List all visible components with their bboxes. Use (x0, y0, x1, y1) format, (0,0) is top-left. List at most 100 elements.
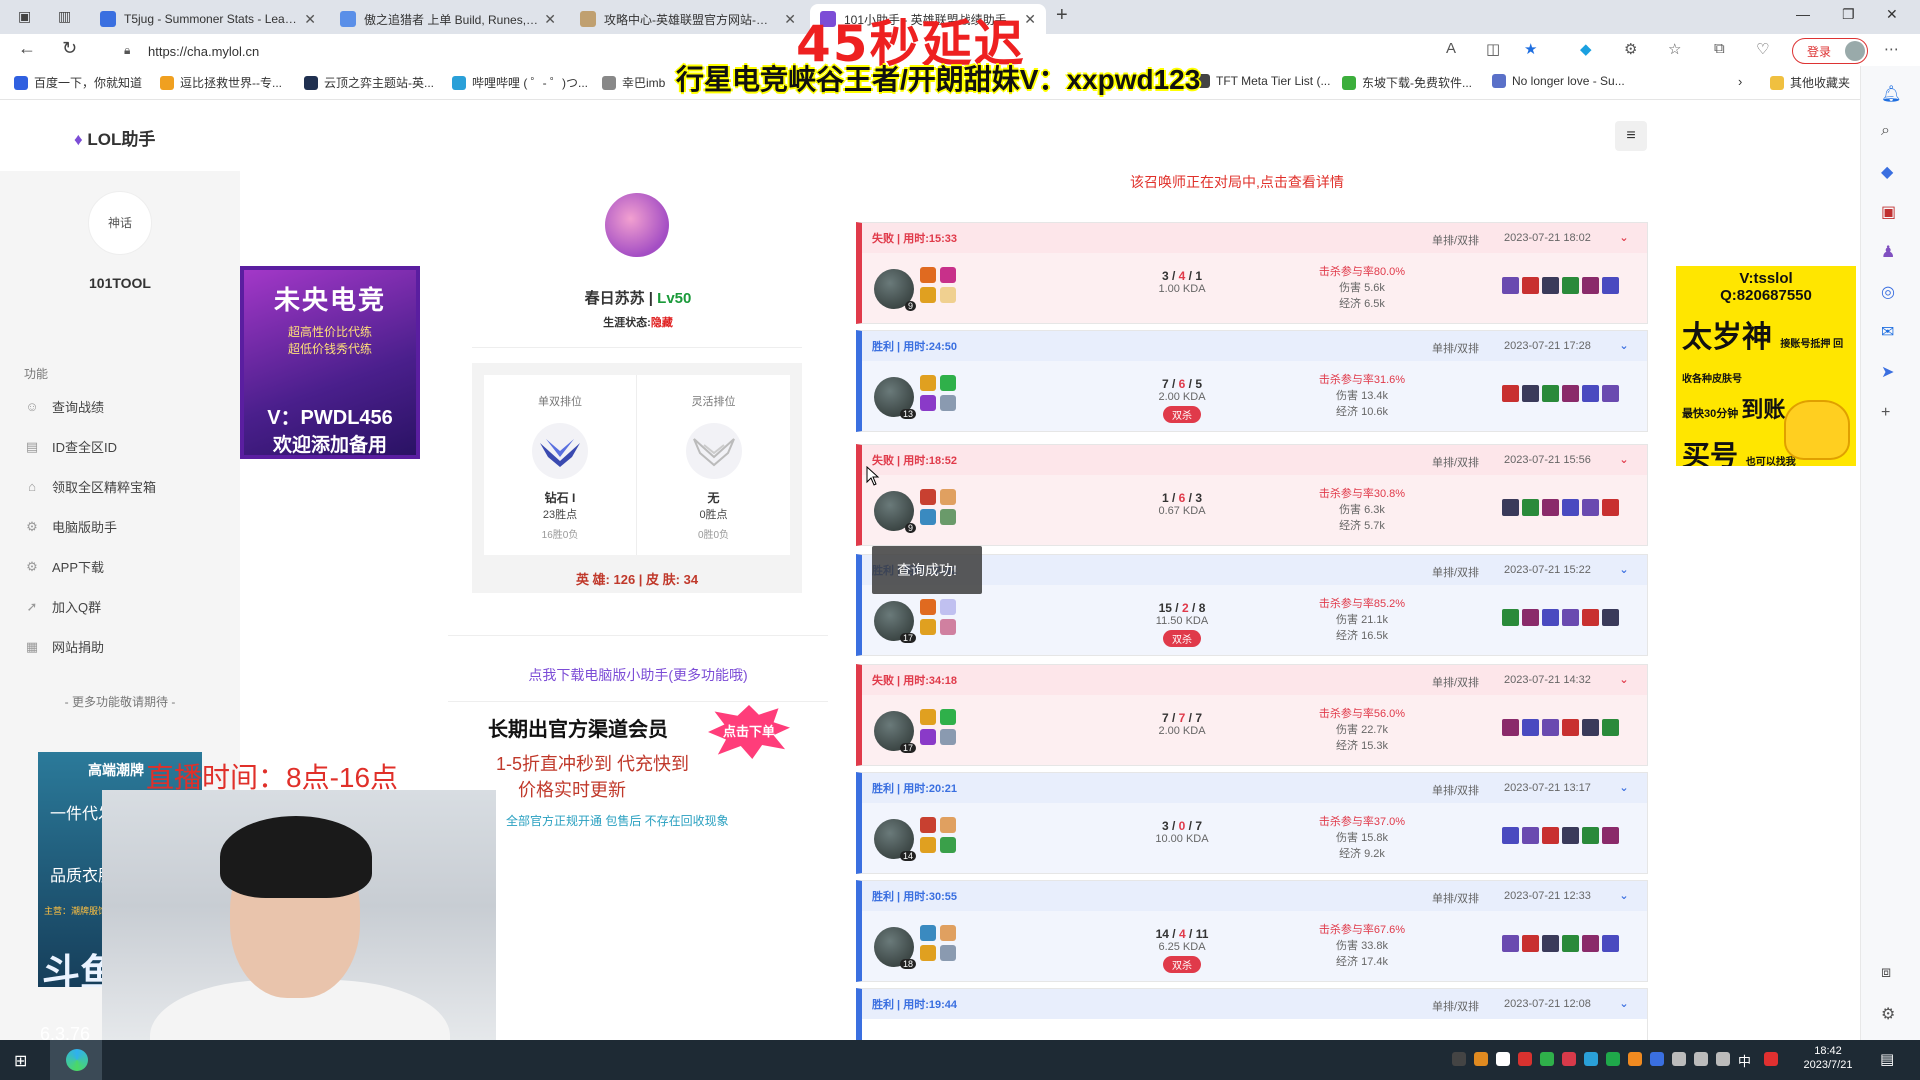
ad-banner-membership[interactable]: 长期出官方渠道会员 点击下单 1-5折直冲秒到 代充快到 价格实时更新 全部官方… (488, 705, 790, 863)
match-card[interactable]: 失败 | 用时:15:33 单排/双排 2023-07-21 18:02 ⌄ 9 3 / … (856, 222, 1648, 324)
download-pc-helper-link[interactable]: 点我下载电脑版小助手(更多功能哦) (448, 665, 828, 685)
bookmark-item[interactable]: 东坡下载-免费软件... (1342, 74, 1472, 91)
match-card[interactable]: 胜利 | 用时:20:21 单排/双排 2023-07-21 13:17 ⌄ 14 3 /… (856, 772, 1648, 874)
extension-icon[interactable]: ◆ (1580, 40, 1592, 58)
bookmark-item[interactable]: 逗比拯救世界--专... (160, 74, 282, 91)
network-icon[interactable] (1694, 1052, 1708, 1066)
chevron-down-icon[interactable]: ⌄ (1614, 779, 1634, 797)
tray-icon[interactable] (1452, 1052, 1466, 1066)
ad-banner-right[interactable]: V:tsslol Q:820687550 太岁神 接账号抵押 回收各种皮肤号 最… (1676, 266, 1856, 466)
notification-icon[interactable]: ▤ (1880, 1050, 1894, 1068)
bookmark-item[interactable]: 云顶之弈主题站-英... (304, 74, 434, 91)
split-screen-icon[interactable]: ◫ (1486, 40, 1500, 58)
bookmark-item[interactable]: 幸巴imb (602, 74, 665, 91)
microphone-icon[interactable] (1672, 1052, 1686, 1066)
toolbox-icon[interactable]: ▣ (1881, 202, 1896, 222)
sidebar-item-chest[interactable]: ⌂ 领取全区精粹宝箱 (24, 477, 156, 496)
puzzle-icon[interactable]: ⚙ (1624, 40, 1637, 58)
taskbar-clock[interactable]: 18:42 (1808, 1043, 1848, 1059)
sidebar-item-donate[interactable]: ▦ 网站捐助 (24, 637, 104, 656)
games-icon[interactable]: ♟ (1881, 242, 1895, 262)
new-tab-button[interactable]: + (1056, 4, 1068, 27)
ad-line: 全部官方正规开通 包售后 不存在回收现象 (506, 814, 729, 828)
sidebar-item-pc-helper[interactable]: ⚙ 电脑版助手 (24, 517, 117, 536)
match-card[interactable]: 胜利 | 用时:19:44 单排/双排 2023-07-21 12:08 ⌄ (856, 988, 1648, 1048)
read-aloud-icon[interactable]: A (1446, 40, 1456, 57)
tray-icon[interactable] (1562, 1052, 1576, 1066)
more-icon[interactable]: ⋯ (1884, 40, 1899, 58)
refresh-icon[interactable]: ↻ (62, 38, 77, 59)
edge-drop-icon[interactable]: ◎ (1881, 282, 1895, 302)
sidebar-item-query-record[interactable]: ☺ 查询战绩 (24, 397, 104, 416)
tray-icon[interactable] (1650, 1052, 1664, 1066)
chevron-down-icon[interactable]: ⌄ (1614, 561, 1634, 579)
sidebar-item-qq-group[interactable]: ➚ 加入Q群 (24, 597, 102, 616)
favorites-icon[interactable]: ☆ (1668, 40, 1681, 58)
chevron-down-icon[interactable]: ⌄ (1614, 887, 1634, 905)
bookmark-item[interactable]: TFT Meta Tier List (... (1196, 74, 1330, 88)
chevron-down-icon[interactable]: ⌄ (1614, 337, 1634, 355)
taskbar-date[interactable]: 2023/7/21 (1792, 1059, 1864, 1071)
damage-dealt: 伤害 13.4k (1336, 390, 1388, 402)
close-icon[interactable]: ✕ (784, 11, 796, 28)
close-icon[interactable]: ✕ (544, 11, 556, 28)
search-icon[interactable]: ⌕ (1881, 122, 1890, 140)
browser-tab[interactable]: 傲之追猎者 上单 Build, Runes, Co ✕ (330, 4, 566, 34)
browser-tab[interactable]: 攻略中心-英雄联盟官方网站-腾讯 ✕ (570, 4, 806, 34)
match-card[interactable]: 胜利 | 用时:24:50 单排/双排 2023-07-21 17:28 ⌄ 13 7 /… (856, 330, 1648, 432)
favorite-star-icon[interactable]: ★ (1524, 40, 1537, 58)
chevron-down-icon[interactable]: ⌄ (1614, 671, 1634, 689)
outlook-icon[interactable]: ✉ (1881, 322, 1894, 342)
site-logo[interactable]: ♦ LOL助手 (74, 125, 155, 150)
minimize-icon[interactable]: — (1796, 6, 1810, 22)
close-window-icon[interactable]: ✕ (1886, 6, 1898, 23)
send-icon[interactable]: ➤ (1881, 362, 1894, 382)
tab-actions-icon[interactable]: ▣ (18, 8, 31, 25)
vertical-tabs-icon[interactable]: ▥ (58, 8, 71, 25)
match-card[interactable]: 胜利 | 用时:30:55 单排/双排 2023-07-21 12:33 ⌄ 18 14 … (856, 880, 1648, 982)
match-card[interactable]: 失败 | 用时:18:52 单排/双排 2023-07-21 15:56 ⌄ 9 1 / … (856, 444, 1648, 546)
back-icon[interactable]: ← (18, 38, 36, 59)
ime-indicator[interactable]: 中 (1738, 1051, 1751, 1070)
chevron-right-icon[interactable]: › (1738, 74, 1742, 89)
edge-icon (66, 1049, 88, 1071)
sogou-input-icon[interactable] (1764, 1052, 1778, 1066)
restore-icon[interactable]: ❐ (1842, 6, 1855, 23)
volume-icon[interactable] (1716, 1052, 1730, 1066)
bookmark-item[interactable]: 百度一下，你就知道 (14, 74, 142, 91)
chevron-down-icon[interactable]: ⌄ (1614, 229, 1634, 247)
bookmark-item[interactable]: 哔哩哔哩 ( ゜- ゜)つ... (452, 74, 588, 91)
tray-icon[interactable] (1540, 1052, 1554, 1066)
match-card[interactable]: 失败 | 用时:34:18 单排/双排 2023-07-21 14:32 ⌄ 17 7 /… (856, 664, 1648, 766)
tray-icon[interactable] (1584, 1052, 1598, 1066)
bookmark-folder[interactable]: 其他收藏夹 (1770, 74, 1850, 91)
sidebar-item-app[interactable]: ⚙ APP下载 (24, 557, 104, 576)
add-icon[interactable]: + (1881, 404, 1890, 422)
tray-icon[interactable] (1474, 1052, 1488, 1066)
tray-icon[interactable] (1628, 1052, 1642, 1066)
in-game-notice-link[interactable]: 该召唤师正在对局中,点击查看详情 (1130, 172, 1344, 192)
close-icon[interactable]: ✕ (1024, 11, 1036, 28)
collections-icon[interactable]: ⧉ (1714, 40, 1725, 57)
performance-icon[interactable]: ♡ (1756, 40, 1769, 58)
item-icon (1562, 385, 1579, 402)
windows-start-icon[interactable]: ⊞ (14, 1051, 27, 1071)
taskbar-edge-button[interactable] (50, 1040, 102, 1080)
settings-gear-icon[interactable]: ⚙ (1881, 1004, 1895, 1024)
ad-banner-left[interactable]: 未央电竞 超高性价比代练 超低价钱秀代练 V：PWDL456 欢迎添加备用 (240, 266, 420, 459)
flame-icon: ♦ (74, 130, 83, 149)
bookmark-item[interactable]: No longer love - Su... (1492, 74, 1625, 88)
bell-icon[interactable]: 🔔︎ (1881, 84, 1901, 104)
tray-icon[interactable] (1606, 1052, 1620, 1066)
login-button[interactable]: 登录 (1792, 38, 1868, 64)
close-icon[interactable]: ✕ (304, 11, 316, 28)
browser-tab[interactable]: T5jug - Summoner Stats - League ✕ (90, 4, 326, 34)
chevron-down-icon[interactable]: ⌄ (1614, 451, 1634, 469)
hamburger-menu-button[interactable]: ≡ (1615, 121, 1647, 151)
sidebar-item-id-query[interactable]: ▤ ID查全区ID (24, 437, 117, 456)
tray-icon[interactable] (1496, 1052, 1510, 1066)
screenshot-icon[interactable]: ⧈ (1881, 964, 1891, 982)
tag-icon[interactable]: ◆ (1881, 162, 1893, 182)
tray-icon[interactable] (1518, 1052, 1532, 1066)
chevron-down-icon[interactable]: ⌄ (1614, 995, 1634, 1013)
